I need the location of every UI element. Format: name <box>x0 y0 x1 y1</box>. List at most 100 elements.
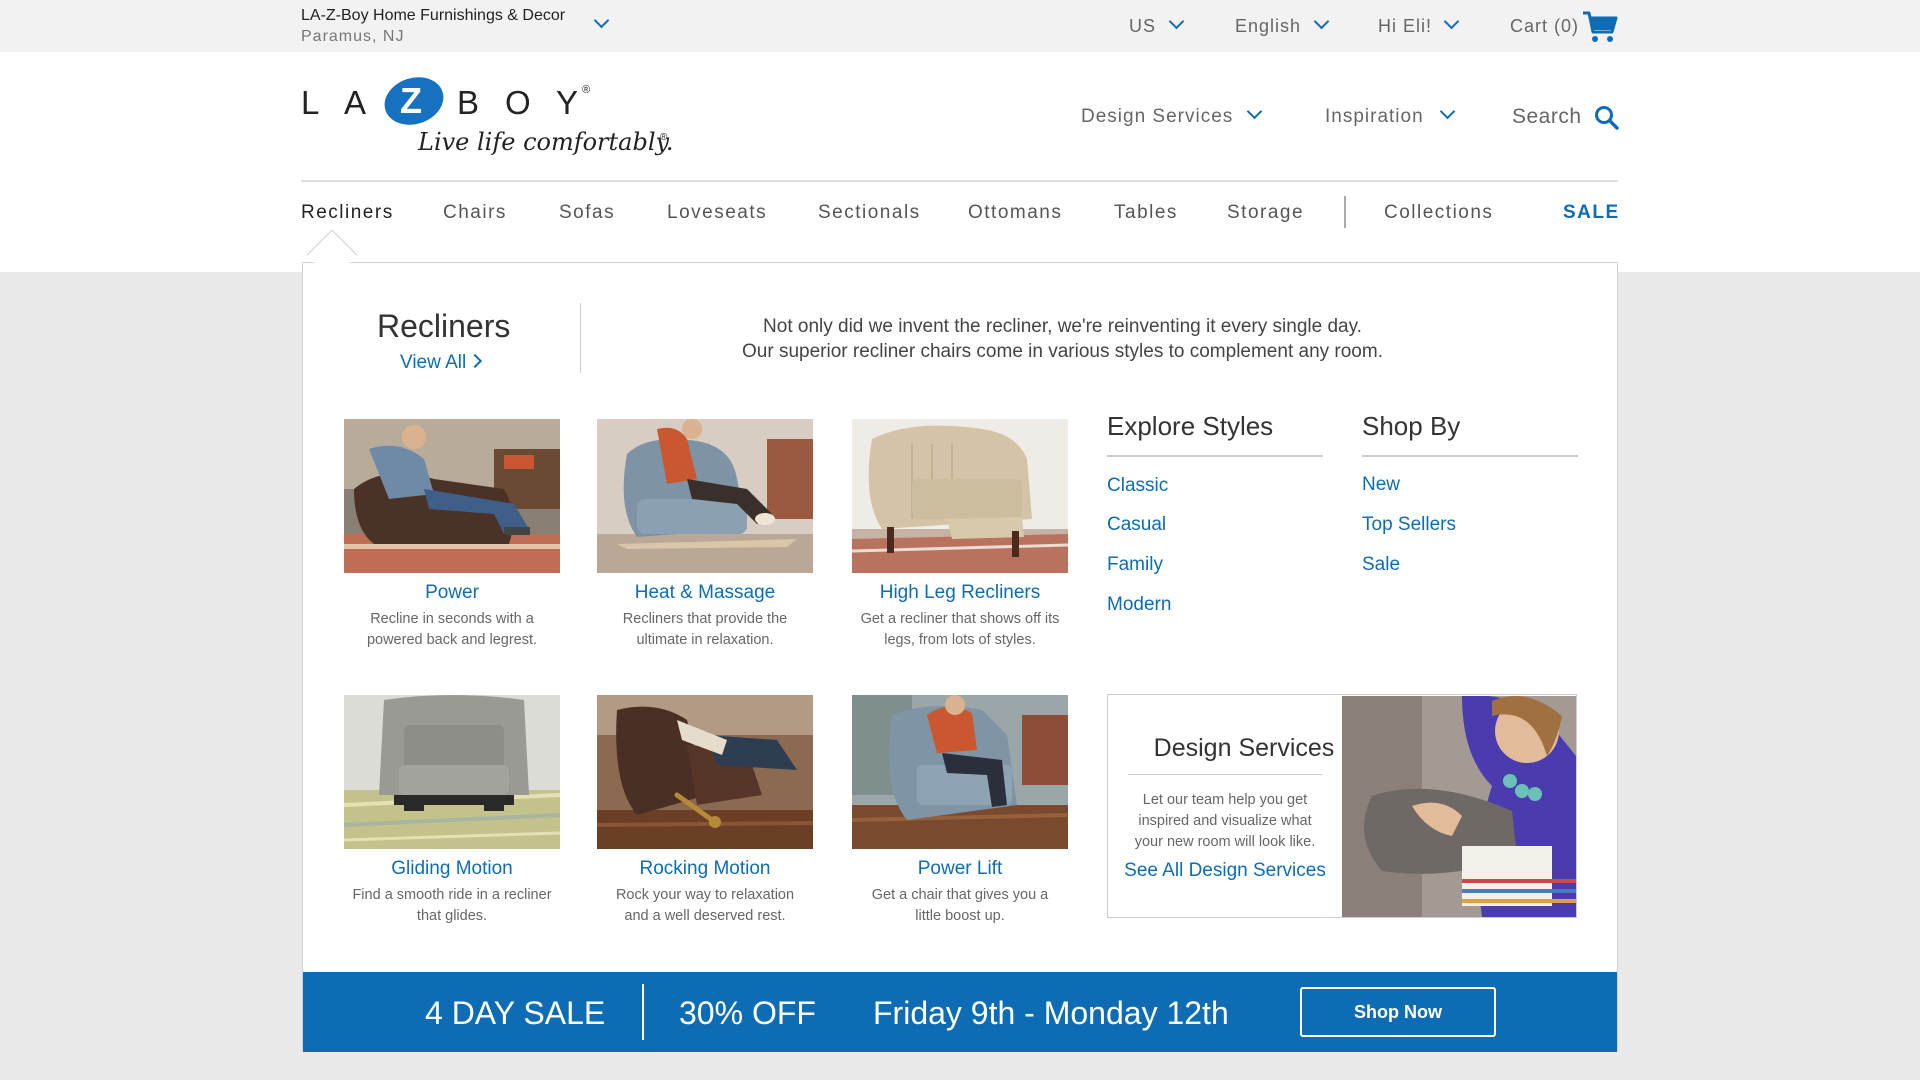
product-tile-high-leg[interactable]: High Leg Recliners Get a recliner that s… <box>852 419 1068 651</box>
logo-letter: Z <box>400 80 422 121</box>
product-tile-gliding[interactable]: Gliding Motion Find a smooth ride in a r… <box>344 695 560 927</box>
category-collections[interactable]: Collections <box>1384 202 1493 224</box>
category-sectionals[interactable]: Sectionals <box>818 202 921 224</box>
category-ottomans[interactable]: Ottomans <box>968 202 1062 224</box>
chevron-down-icon[interactable] <box>1313 13 1330 30</box>
logo-letter: O <box>505 84 531 121</box>
promo-rule <box>1128 774 1322 775</box>
country-label: US <box>1129 16 1157 36</box>
column-rule <box>1362 455 1578 457</box>
design-services-image[interactable] <box>1342 696 1576 917</box>
chevron-down-icon[interactable] <box>593 12 610 29</box>
shop-by-link-top-sellers[interactable]: Top Sellers <box>1362 514 1578 536</box>
design-services-title: Design Services <box>1153 734 1335 762</box>
category-storage[interactable]: Storage <box>1227 202 1304 224</box>
view-all-label: View All <box>400 352 467 373</box>
heat-massage-recliner-image[interactable] <box>597 419 813 573</box>
logo-letter: L <box>301 84 320 121</box>
menu-title: Recliners <box>377 308 511 344</box>
recliners-mega-menu <box>302 262 1618 1052</box>
product-title[interactable]: Heat & Massage <box>597 582 813 604</box>
shop-by-heading: Shop By <box>1362 411 1461 441</box>
cart-icon[interactable] <box>1582 10 1618 44</box>
category-loveseats[interactable]: Loveseats <box>667 202 767 224</box>
design-services-menu[interactable]: Design Services <box>1081 106 1233 128</box>
rocking-recliner-image[interactable] <box>597 695 813 849</box>
shop-now-button[interactable]: Shop Now <box>1300 987 1496 1037</box>
registered-mark: ® <box>582 84 591 96</box>
greeting-label: Hi Eli! <box>1378 16 1433 36</box>
product-title[interactable]: Power Lift <box>852 858 1068 880</box>
cart-link[interactable]: Cart (0) <box>1510 16 1579 37</box>
explore-styles-heading: Explore Styles <box>1107 411 1274 441</box>
product-title[interactable]: High Leg Recliners <box>852 582 1068 604</box>
product-desc: Recline in seconds with a powered back a… <box>366 611 538 648</box>
logo-letter: Y <box>556 84 579 121</box>
banner-divider <box>642 984 644 1040</box>
style-link-casual[interactable]: Casual <box>1107 514 1323 536</box>
explore-styles-column: Explore Styles Classic Casual Family Mod… <box>1107 411 1323 616</box>
logo-letter: A <box>344 84 367 121</box>
gliding-recliner-image[interactable] <box>344 695 560 849</box>
design-services-label: Design Services <box>1081 106 1234 127</box>
header-divider <box>301 180 1618 182</box>
sale-discount: 30% OFF <box>679 995 816 1031</box>
style-link-modern[interactable]: Modern <box>1107 594 1323 616</box>
intro-line: Our superior recliner chairs come in var… <box>742 341 1383 362</box>
high-leg-recliner-image[interactable] <box>852 419 1068 573</box>
style-link-classic[interactable]: Classic <box>1107 475 1323 497</box>
style-link-family[interactable]: Family <box>1107 554 1323 576</box>
category-sale[interactable]: SALE <box>1563 202 1620 224</box>
category-recliners[interactable]: Recliners <box>301 202 394 224</box>
design-services-desc: Let our team help you get inspired and v… <box>1134 792 1316 850</box>
search-icon[interactable] <box>1594 105 1620 131</box>
menu-intro: Not only did we invent the recliner, we'… <box>700 314 1425 364</box>
product-desc: Rock your way to relaxation and a well d… <box>615 887 795 924</box>
product-title[interactable]: Gliding Motion <box>344 858 560 880</box>
category-divider <box>1344 196 1346 228</box>
product-title[interactable]: Power <box>344 582 560 604</box>
product-desc: Get a chair that gives you a little boos… <box>871 887 1049 924</box>
sale-headline: 4 DAY SALE <box>425 995 606 1031</box>
category-tables[interactable]: Tables <box>1114 202 1178 224</box>
language-selector[interactable]: English <box>1235 16 1301 37</box>
power-recliner-image[interactable] <box>344 419 560 573</box>
intro-line: Not only did we invent the recliner, we'… <box>763 316 1362 337</box>
column-rule <box>1107 455 1323 457</box>
shop-by-link-new[interactable]: New <box>1362 474 1578 496</box>
inspiration-menu[interactable]: Inspiration <box>1325 106 1424 128</box>
store-name[interactable]: LA-Z-Boy Home Furnishings & Decor <box>301 7 565 25</box>
category-chairs[interactable]: Chairs <box>443 202 507 224</box>
brand-tagline: Live life comfortably. <box>418 128 674 156</box>
shop-by-link-sale[interactable]: Sale <box>1362 554 1578 576</box>
product-desc: Get a recliner that shows off its legs, … <box>860 611 1060 648</box>
chevron-down-icon[interactable] <box>1443 13 1460 30</box>
sale-dates: Friday 9th - Monday 12th <box>873 995 1229 1031</box>
see-all-design-services-link[interactable]: See All Design Services <box>1118 860 1332 882</box>
cart-label: Cart (0) <box>1510 16 1580 36</box>
language-label: English <box>1235 16 1302 36</box>
header <box>0 52 1920 272</box>
chevron-right-icon <box>468 353 483 369</box>
store-city[interactable]: Paramus, NJ <box>301 28 404 46</box>
view-all-link[interactable]: View All <box>400 352 483 374</box>
tagline-mark: ® <box>660 132 668 143</box>
country-selector[interactable]: US <box>1129 16 1156 37</box>
product-tile-heat-massage[interactable]: Heat & Massage Recliners that provide th… <box>597 419 813 651</box>
title-divider <box>580 303 581 373</box>
inspiration-label: Inspiration <box>1325 106 1424 127</box>
chevron-down-icon[interactable] <box>1168 13 1185 30</box>
power-lift-recliner-image[interactable] <box>852 695 1068 849</box>
search-button[interactable]: Search <box>1512 105 1582 129</box>
product-tile-rocking[interactable]: Rocking Motion Rock your way to relaxati… <box>597 695 813 927</box>
account-menu[interactable]: Hi Eli! <box>1378 16 1432 37</box>
utility-bar: LA-Z-Boy Home Furnishings & Decor Paramu… <box>0 0 1920 52</box>
product-title[interactable]: Rocking Motion <box>597 858 813 880</box>
category-sofas[interactable]: Sofas <box>559 202 615 224</box>
product-tile-power[interactable]: Power Recline in seconds with a powered … <box>344 419 560 651</box>
logo-letter: B <box>457 84 480 121</box>
product-tile-power-lift[interactable]: Power Lift Get a chair that gives you a … <box>852 695 1068 927</box>
product-desc: Recliners that provide the ultimate in r… <box>622 611 788 648</box>
product-desc: Find a smooth ride in a recliner that gl… <box>352 887 552 924</box>
shop-by-column: Shop By New Top Sellers Sale <box>1362 411 1578 576</box>
